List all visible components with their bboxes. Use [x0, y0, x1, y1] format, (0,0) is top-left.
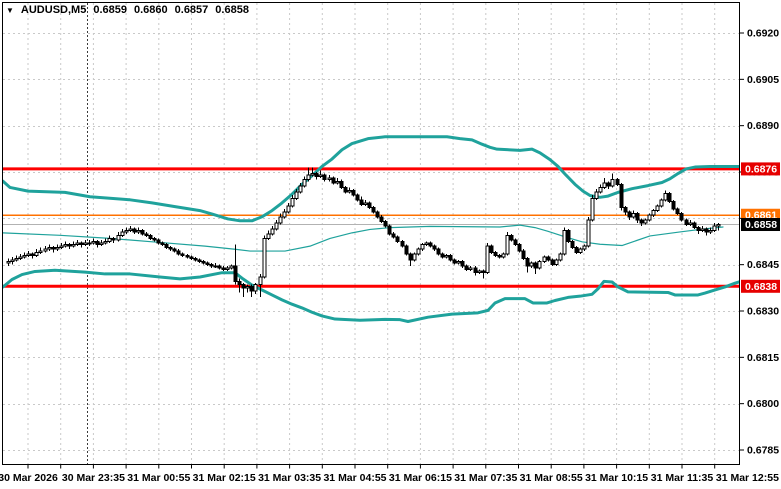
time-axis-label: 31 Mar 00:55 [127, 472, 190, 484]
time-axis-label: 31 Mar 06:15 [389, 472, 452, 484]
symbol-period-label: AUDUSD,M5 [20, 4, 87, 16]
time-axis-label: 31 Mar 11:35 [651, 472, 714, 484]
open-value: 0.6859 [93, 4, 127, 16]
price-axis-label: 0.6845 [747, 259, 779, 271]
time-axis-label: 31 Mar 10:15 [585, 472, 648, 484]
time-axis-label: 31 Mar 12:55 [716, 472, 779, 484]
bollinger-lower-band [3, 268, 739, 324]
symbol-dropdown-icon[interactable]: ▼ [6, 7, 14, 15]
chart-ohlc-header: ▼ AUDUSD,M5 0.6859 0.6860 0.6857 0.6858 [6, 4, 249, 16]
low-value: 0.6857 [174, 4, 209, 16]
candlesticks [6, 167, 721, 298]
price-scale[interactable]: 0.69200.69050.68900.68750.68600.68450.68… [739, 28, 780, 457]
high-value: 0.6860 [133, 4, 168, 16]
time-axis-label: 31 Mar 07:35 [454, 472, 517, 484]
price-axis-badges: 0.68760.68610.68380.6858 [741, 162, 780, 293]
grid [3, 3, 739, 464]
bollinger-upper-band [3, 135, 739, 223]
price-badge-label: 0.6858 [745, 219, 777, 231]
time-axis-label: 30 Mar 23:35 [62, 472, 125, 484]
time-axis-label: 30 Mar 2026 [0, 472, 58, 484]
bollinger-bands [3, 135, 739, 324]
horizontal-level-lines [3, 167, 739, 288]
price-chart-canvas[interactable]: 30 Mar 2026 30 Mar 23:35 31 Mar 00:55 31 Ma… [0, 0, 781, 489]
chart-window: ▼ AUDUSD,M5 0.6859 0.6860 0.6857 0.6858 … [0, 0, 781, 489]
price-axis-label: 0.6785 [747, 445, 779, 457]
time-axis-label: 31 Mar 08:55 [520, 472, 583, 484]
price-axis-label: 0.6920 [747, 28, 779, 40]
time-axis-label: 31 Mar 03:35 [258, 472, 321, 484]
time-scale[interactable]: 30 Mar 2026 30 Mar 23:35 31 Mar 00:55 31 Ma… [0, 464, 779, 485]
plot-border [2, 2, 740, 465]
price-badge-label: 0.6876 [745, 163, 777, 175]
price-axis-label: 0.6905 [747, 74, 779, 86]
price-axis-label: 0.6890 [747, 120, 779, 132]
price-badge-label: 0.6838 [745, 281, 777, 293]
price-axis-label: 0.6830 [747, 306, 779, 318]
price-axis-label: 0.6800 [747, 398, 779, 410]
close-value: 0.6858 [215, 4, 249, 16]
price-axis-label: 0.6815 [747, 352, 779, 364]
time-axis-label: 31 Mar 02:15 [193, 472, 256, 484]
time-axis-label: 31 Mar 04:55 [323, 472, 386, 484]
